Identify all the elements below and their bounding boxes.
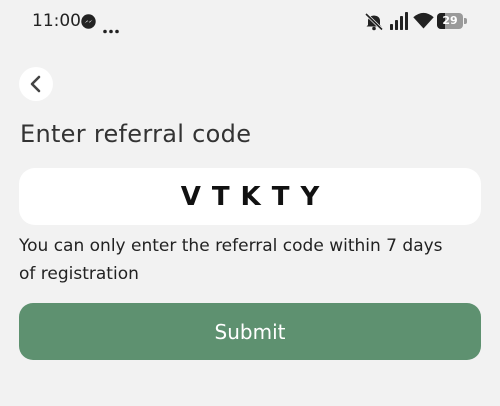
status-bar: 11:00 29 <box>0 0 500 44</box>
more-dots-icon <box>103 19 119 34</box>
back-button[interactable] <box>19 67 53 101</box>
signal-icon <box>390 12 409 30</box>
page-title: Enter referral code <box>20 120 252 148</box>
status-time: 11:00 <box>32 11 81 31</box>
submit-button[interactable]: Submit <box>19 303 481 360</box>
referral-code-field[interactable] <box>19 168 481 225</box>
referral-hint-text: You can only enter the referral code wit… <box>19 236 443 284</box>
referral-code-input[interactable] <box>19 168 481 225</box>
mute-icon <box>364 12 384 31</box>
battery-icon: 29 <box>437 13 467 29</box>
battery-level: 29 <box>442 14 458 27</box>
chevron-left-icon <box>30 75 41 93</box>
messenger-icon <box>81 14 96 29</box>
wifi-icon <box>413 12 434 29</box>
